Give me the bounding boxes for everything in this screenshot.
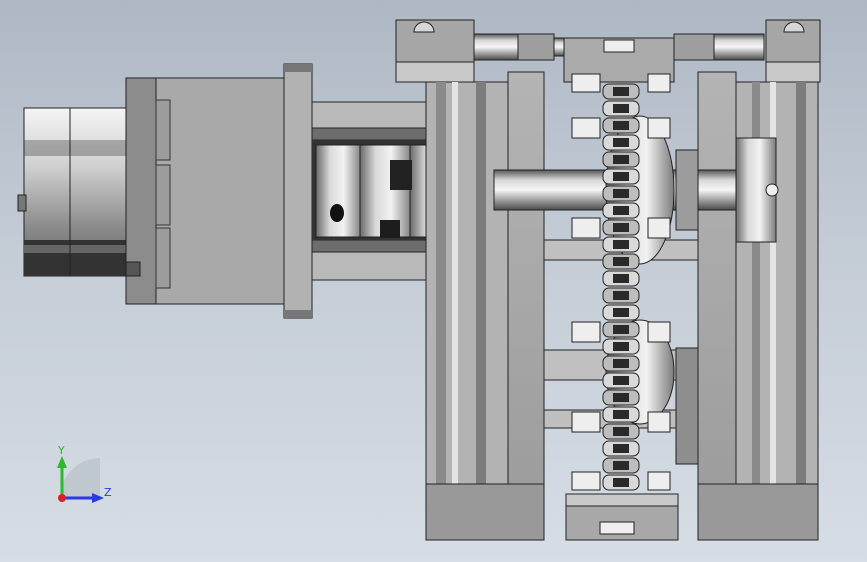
cad-graphics-viewport[interactable]: Y Z [0, 0, 867, 562]
x-axis-icon [58, 494, 66, 502]
y-axis-arrow-icon [57, 456, 67, 468]
triad-z-label: Z [104, 486, 112, 499]
coordinate-triad: Y Z [57, 444, 112, 503]
triad-y-label: Y [57, 444, 65, 457]
